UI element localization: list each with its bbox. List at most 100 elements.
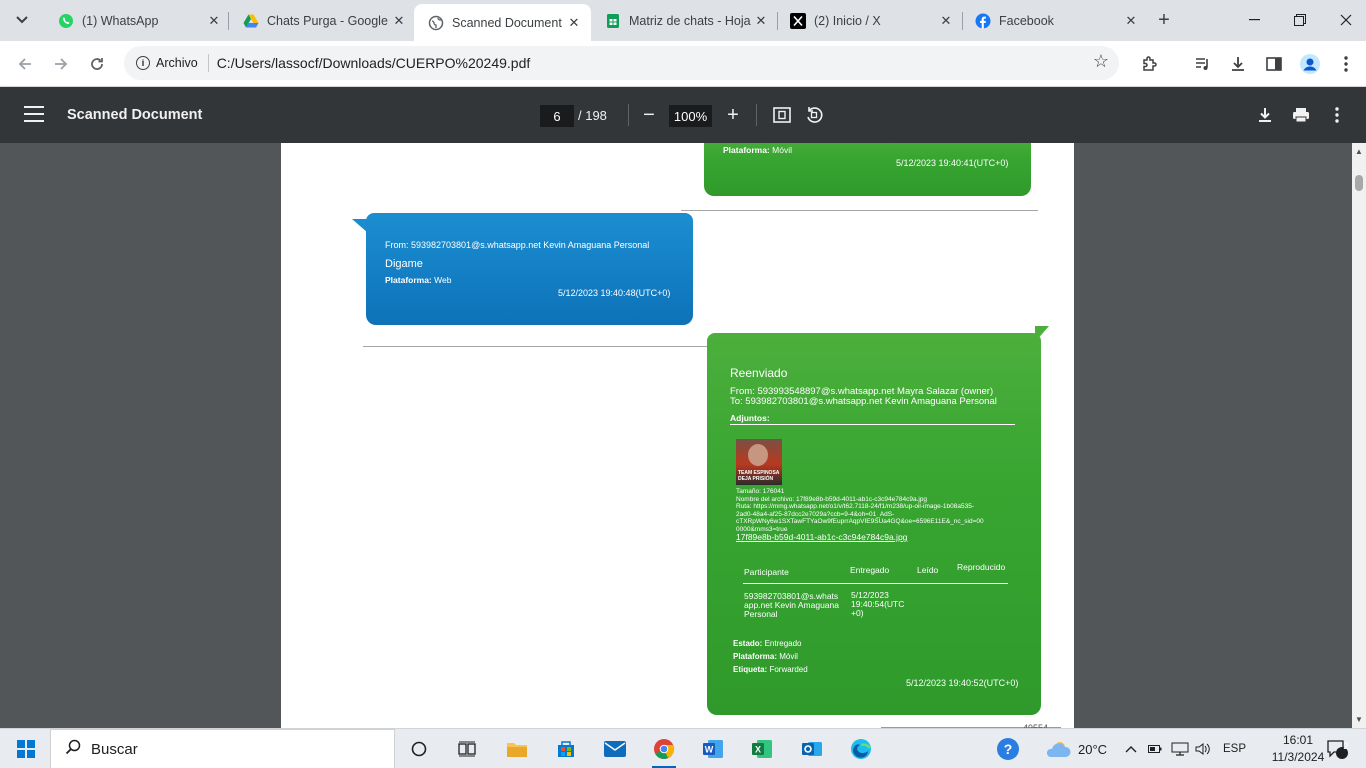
- scroll-up-icon[interactable]: ▲: [1355, 147, 1363, 156]
- language-indicator[interactable]: ESP: [1223, 729, 1246, 768]
- close-icon[interactable]: ✕: [205, 12, 223, 30]
- minimize-icon: [1248, 19, 1260, 21]
- zoom-in-button[interactable]: +: [721, 103, 745, 127]
- attachment-thumbnail[interactable]: TEAM ESPINOSA DEJA PRISIÓN: [736, 439, 782, 485]
- profile-button[interactable]: [1295, 49, 1325, 79]
- pdf-download-button[interactable]: [1253, 103, 1277, 127]
- tab-strip: (1) WhatsApp ✕ Chats Purga - Google Driv…: [0, 0, 1366, 41]
- fit-to-page-button[interactable]: [770, 103, 794, 127]
- tab-scanned-document[interactable]: Scanned Document ✕: [414, 4, 591, 41]
- svg-text:W: W: [705, 745, 714, 755]
- media-queue-icon: [1196, 58, 1208, 70]
- excel-icon[interactable]: X: [747, 735, 777, 763]
- weather-widget[interactable]: 20°C: [1044, 729, 1107, 768]
- volume-icon[interactable]: [1195, 729, 1211, 768]
- zoom-level-input[interactable]: 100%: [669, 105, 712, 127]
- chrome-icon[interactable]: [649, 735, 679, 763]
- zoom-out-button[interactable]: −: [637, 103, 661, 127]
- x-logo-icon: [790, 12, 806, 29]
- message-from: From: 593982703801@s.whatsapp.net Kevin …: [385, 240, 650, 250]
- pdf-print-button[interactable]: [1289, 103, 1313, 127]
- print-icon: [1293, 108, 1309, 123]
- side-panel-button[interactable]: [1259, 49, 1289, 79]
- vertical-scrollbar[interactable]: ▲ ▼: [1352, 143, 1366, 728]
- table-row: 593982703801@s.whats app.net Kevin Amagu…: [744, 591, 839, 619]
- address-bar[interactable]: i Archivo C:/Users/lassocf/Downloads/CUE…: [124, 46, 1119, 80]
- chrome-menu-button[interactable]: [1331, 49, 1361, 79]
- bookmark-star-icon[interactable]: ☆: [1093, 51, 1109, 72]
- pdf-more-button[interactable]: [1325, 103, 1349, 127]
- chevron-up-icon[interactable]: [1125, 729, 1137, 768]
- file-explorer-icon[interactable]: [502, 735, 532, 763]
- table-header-played: Reproducido: [957, 562, 1006, 572]
- message-timestamp: 5/12/2023 19:40:41(UTC+0): [896, 158, 1009, 168]
- platform-label: Plataforma:: [733, 652, 778, 661]
- back-button[interactable]: [10, 49, 40, 79]
- tab-google-sheets[interactable]: Matriz de chats - Hoja de cálculo ✕: [591, 4, 778, 37]
- clock-time: 16:01: [1282, 733, 1314, 747]
- task-view-icon[interactable]: [452, 735, 482, 763]
- table-cell-delivered: 5/12/2023 19:40:54(UTC +0): [851, 590, 905, 618]
- rotate-button[interactable]: [802, 103, 826, 127]
- tab-title: (1) WhatsApp: [82, 13, 159, 28]
- minimize-button[interactable]: [1231, 0, 1277, 40]
- thumbnail-caption: TEAM ESPINOSA DEJA PRISIÓN: [738, 470, 780, 482]
- tab-search-button[interactable]: [8, 6, 36, 34]
- page-number-input[interactable]: 6: [540, 105, 574, 127]
- windows-start-icon[interactable]: [17, 740, 35, 758]
- mail-icon[interactable]: [600, 735, 630, 763]
- restore-button[interactable]: [1277, 0, 1323, 40]
- close-window-button[interactable]: [1323, 0, 1366, 40]
- scroll-down-icon[interactable]: ▼: [1355, 715, 1363, 724]
- tab-title: Facebook: [999, 13, 1054, 28]
- reload-button[interactable]: [82, 49, 112, 79]
- tab-x[interactable]: (2) Inicio / X ✕: [776, 4, 963, 37]
- site-info-label: Archivo: [156, 56, 198, 70]
- taskbar-search-box[interactable]: Buscar: [50, 729, 395, 768]
- document-title: Scanned Document: [67, 107, 203, 123]
- new-tab-button[interactable]: +: [1152, 8, 1176, 32]
- url-text[interactable]: C:/Users/lassocf/Downloads/CUERPO%20249.…: [217, 55, 531, 71]
- extensions-button[interactable]: [1135, 49, 1165, 79]
- status-value: Entregado: [764, 639, 802, 648]
- search-placeholder: Buscar: [91, 740, 138, 758]
- network-icon[interactable]: [1171, 729, 1189, 768]
- close-icon[interactable]: ✕: [752, 12, 770, 30]
- cortana-icon[interactable]: [404, 735, 434, 763]
- menu-icon[interactable]: [24, 106, 44, 124]
- media-controls-button[interactable]: [1188, 49, 1218, 79]
- google-drive-icon: [243, 13, 259, 29]
- platform-value: Móvil: [779, 652, 798, 661]
- tab-facebook[interactable]: Facebook ✕: [961, 4, 1148, 37]
- tag-label: Etiqueta:: [733, 665, 768, 674]
- site-info-chip[interactable]: i Archivo: [130, 50, 206, 76]
- rotate-ccw-icon: [807, 107, 823, 123]
- attachment-file-link[interactable]: 17f89e8b-b59d-4011-ab1c-c3c94e784c9a.jpg: [736, 532, 907, 542]
- download-icon: [1232, 57, 1244, 71]
- close-icon[interactable]: ✕: [937, 12, 955, 30]
- close-icon[interactable]: ✕: [390, 12, 408, 30]
- table-header-read: Leído: [917, 565, 939, 575]
- close-icon[interactable]: ✕: [565, 14, 583, 32]
- outlook-icon[interactable]: [797, 735, 827, 763]
- microsoft-store-icon[interactable]: [551, 735, 581, 763]
- scrollbar-thumb[interactable]: [1355, 175, 1363, 191]
- notifications-button[interactable]: 2: [1326, 729, 1349, 768]
- fit-page-icon: [773, 107, 791, 123]
- document-viewport[interactable]: Plataforma: Móvil 5/12/2023 19:40:41(UTC…: [0, 143, 1366, 728]
- downloads-button[interactable]: [1223, 49, 1253, 79]
- tab-google-drive[interactable]: Chats Purga - Google Drive ✕: [229, 4, 416, 37]
- close-icon[interactable]: ✕: [1122, 12, 1140, 30]
- tab-whatsapp[interactable]: (1) WhatsApp ✕: [44, 4, 231, 37]
- help-icon[interactable]: ?: [995, 729, 1021, 768]
- edge-icon[interactable]: [846, 735, 876, 763]
- tab-title: Scanned Document: [452, 15, 562, 30]
- avatar: [1300, 54, 1320, 74]
- download-icon: [1259, 108, 1271, 122]
- clock[interactable]: 16:01 11/3/2024: [1270, 732, 1326, 766]
- restore-icon: [1294, 14, 1306, 26]
- globe-icon: [428, 15, 444, 31]
- battery-icon[interactable]: [1148, 729, 1162, 768]
- word-icon[interactable]: W: [698, 735, 728, 763]
- forward-button[interactable]: [46, 49, 76, 79]
